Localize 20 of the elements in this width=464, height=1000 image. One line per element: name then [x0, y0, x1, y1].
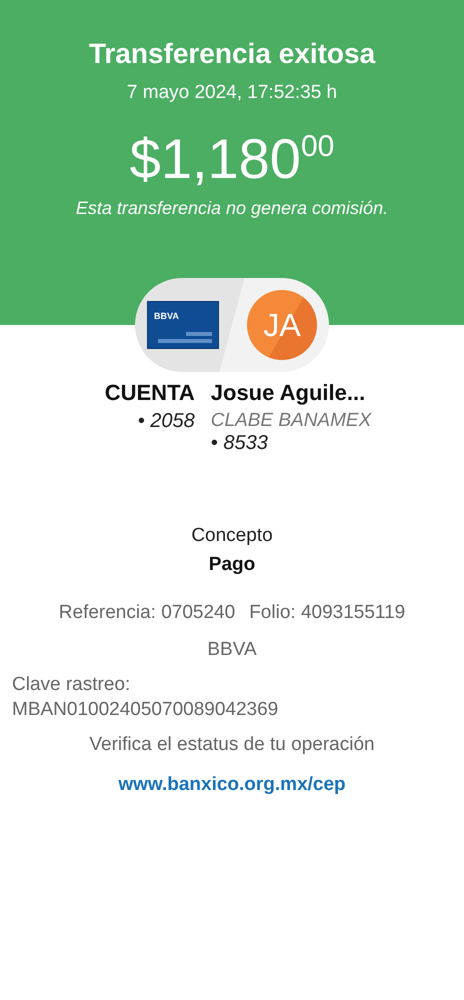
- avatar: JA: [247, 290, 317, 360]
- folio-text: Folio: 4093155119: [249, 602, 406, 624]
- tracking-value: MBAN01002405070089042369: [12, 698, 280, 722]
- bank-name: BBVA: [206, 639, 258, 661]
- recipient-account: • 8533: [210, 432, 269, 455]
- banxico-link[interactable]: www.banxico.org.mx/cep: [118, 774, 346, 796]
- origin-name: CUENTA: [104, 380, 195, 406]
- verify-text: Verifica el estatus de tu operación: [88, 734, 376, 756]
- concept-label: Concepto: [190, 525, 274, 547]
- origin-account: • 2058: [136, 410, 195, 433]
- commission-note: Esta transferencia no genera comisión.: [74, 198, 390, 219]
- amount-text: $1,180$^{00}$: [128, 128, 336, 190]
- card-brand: BBVA: [154, 311, 179, 321]
- recipient-bank: CLABE BANAMEX: [210, 410, 372, 432]
- recipient-name: Josue Aguile...: [210, 380, 366, 406]
- reference-text: Referencia: 0705240: [58, 602, 236, 624]
- concept-value: Pago: [208, 554, 256, 576]
- tracking-label: Clave rastreo:: [12, 673, 132, 697]
- screen-title: Transferencia exitosa: [88, 38, 376, 70]
- date-time: 7 mayo 2024, 17:52:35 h: [126, 82, 338, 104]
